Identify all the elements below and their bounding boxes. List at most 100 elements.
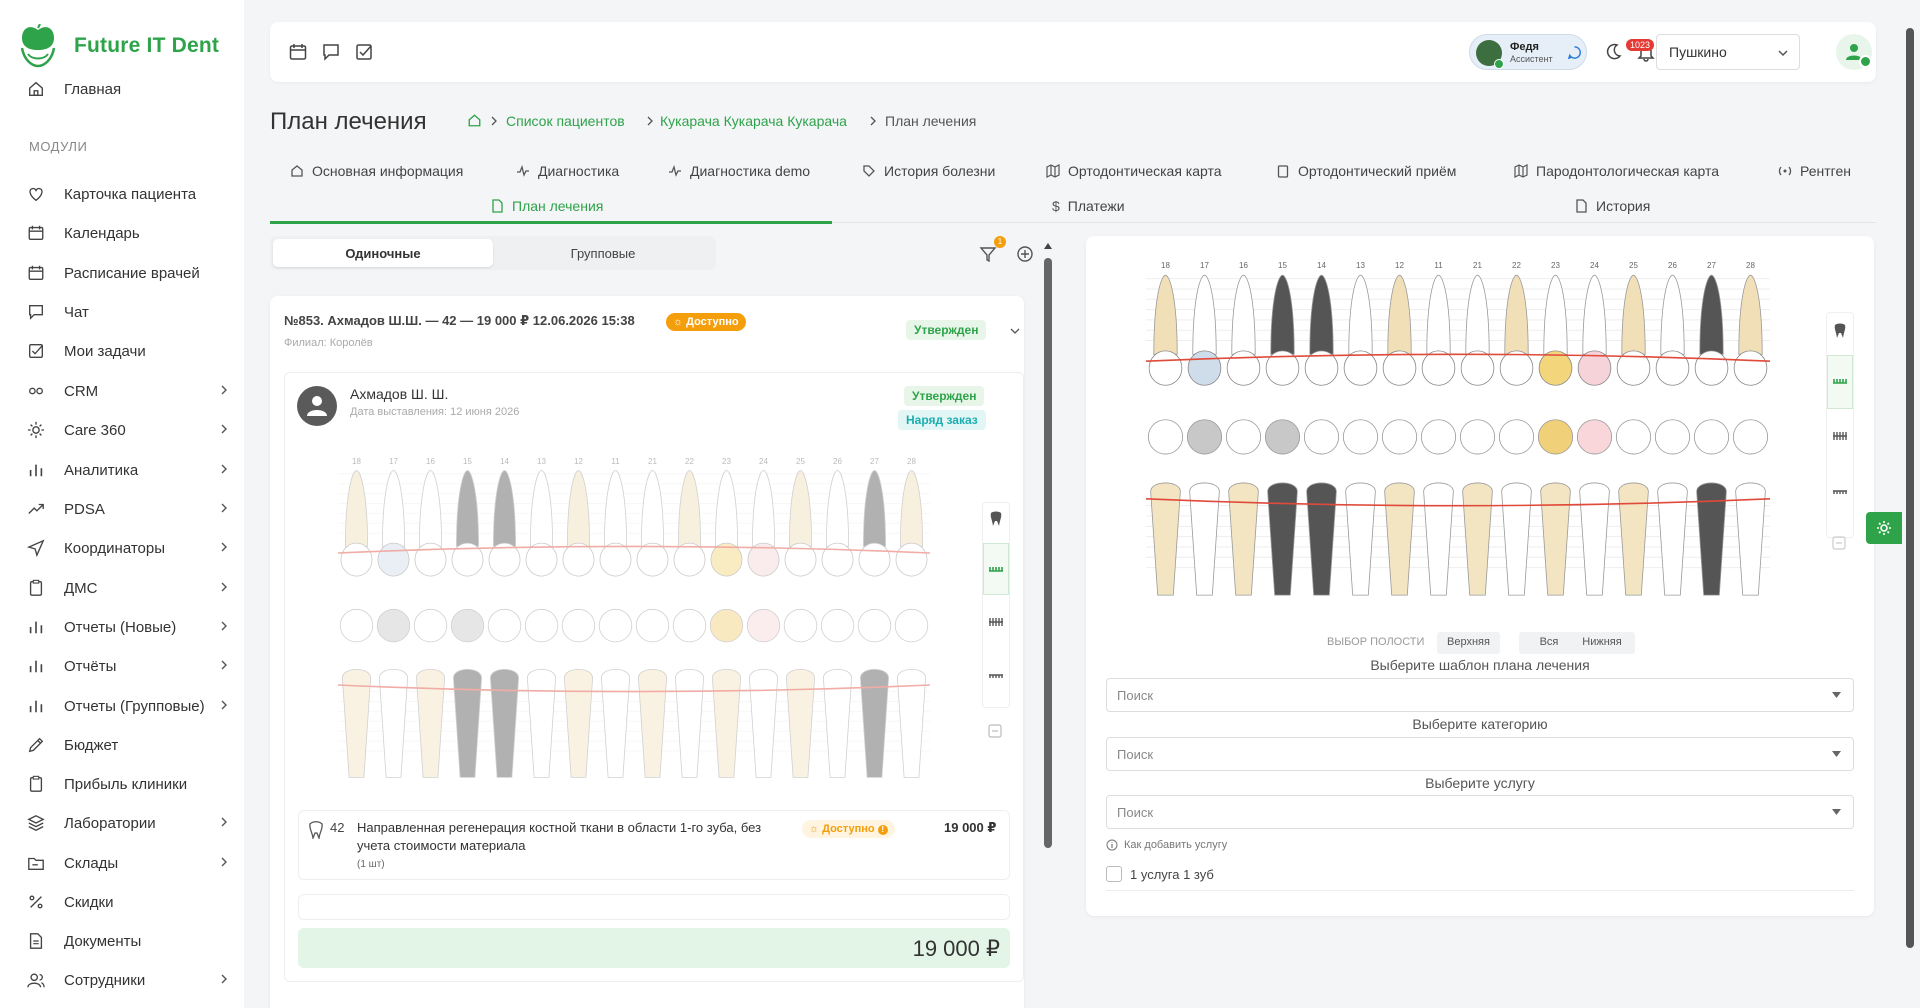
tooth-crown[interactable] bbox=[821, 542, 854, 577]
tab-diagnostics-demo[interactable]: Диагностика demo bbox=[668, 159, 810, 183]
tooth-root[interactable] bbox=[1153, 274, 1178, 355]
tooth-crown[interactable] bbox=[710, 542, 743, 577]
tooth-root[interactable] bbox=[899, 470, 924, 547]
tooth-occlusal[interactable] bbox=[598, 608, 633, 643]
filter-icon[interactable] bbox=[978, 244, 998, 264]
tooth-occlusal[interactable] bbox=[1147, 419, 1184, 455]
tooth-occlusal[interactable] bbox=[709, 608, 744, 643]
tooth-crown[interactable] bbox=[673, 542, 706, 577]
nav-item-16[interactable]: Прибыль клиники bbox=[26, 769, 226, 799]
tooth-root[interactable] bbox=[1231, 274, 1256, 355]
service-select[interactable]: Поиск bbox=[1106, 795, 1854, 829]
tab-medical-history[interactable]: История болезни bbox=[862, 159, 995, 183]
tab-ortho-visit[interactable]: Ортодонтический приём bbox=[1276, 159, 1456, 183]
home-icon[interactable] bbox=[467, 113, 482, 128]
nav-item-8[interactable]: Аналитика bbox=[26, 455, 227, 485]
tooth-crown[interactable] bbox=[414, 542, 447, 577]
tooth-root[interactable] bbox=[1621, 274, 1646, 355]
tooth-occlusal[interactable] bbox=[1459, 419, 1496, 455]
tooth-crown[interactable] bbox=[1460, 350, 1495, 386]
tooth-occlusal[interactable] bbox=[820, 608, 855, 643]
tooth-root[interactable] bbox=[1699, 274, 1724, 355]
tooth-lower[interactable] bbox=[712, 669, 741, 778]
nav-item-2[interactable]: Календарь bbox=[26, 218, 226, 248]
tooth-crown[interactable] bbox=[1148, 350, 1183, 386]
tab-ortho-map[interactable]: Ортодонтическая карта bbox=[1046, 159, 1222, 183]
branch-select[interactable]: Пушкино bbox=[1656, 34, 1800, 70]
tooth-lower[interactable] bbox=[1618, 482, 1649, 596]
tooth-chart-svg[interactable]: 18 17 16 15 14 13 12 11 21 22 23 24 25 26 27 28 bbox=[1145, 258, 1771, 602]
tab-history[interactable]: История bbox=[1574, 194, 1650, 218]
minus-square-icon[interactable] bbox=[988, 724, 1002, 738]
tooth-root[interactable] bbox=[640, 470, 665, 547]
tooth-lower[interactable] bbox=[1267, 482, 1298, 596]
tooth-crown[interactable] bbox=[525, 542, 558, 577]
tooth-occlusal[interactable] bbox=[1732, 419, 1769, 455]
nav-item-12[interactable]: Отчеты (Новые) bbox=[26, 612, 227, 642]
tooth-crown[interactable] bbox=[1538, 350, 1573, 386]
tooth-root[interactable] bbox=[1504, 274, 1529, 355]
jaw-lower-icon[interactable] bbox=[1832, 489, 1848, 495]
tooth-root[interactable] bbox=[1543, 274, 1568, 355]
tooth-lower[interactable] bbox=[860, 669, 889, 778]
tooth-lower[interactable] bbox=[638, 669, 667, 778]
tooth-chart-svg[interactable]: 18 17 16 15 14 13 12 11 21 22 23 24 25 26 27 28 bbox=[337, 454, 931, 784]
chat-icon[interactable] bbox=[321, 42, 341, 62]
tooth-crown[interactable] bbox=[599, 542, 632, 577]
tooth-occlusal[interactable] bbox=[339, 608, 374, 643]
logo[interactable]: Future IT Dent bbox=[18, 24, 219, 68]
nav-item-1[interactable]: Карточка пациента bbox=[26, 179, 226, 209]
nav-item-6[interactable]: CRM bbox=[26, 376, 227, 406]
tab-perio-map[interactable]: Пародонтологическая карта bbox=[1514, 159, 1719, 183]
tooth-crown[interactable] bbox=[1343, 350, 1378, 386]
tooth-occlusal[interactable] bbox=[524, 608, 559, 643]
nav-item-19[interactable]: Скидки bbox=[26, 887, 226, 917]
work-order-badge[interactable]: Наряд заказ bbox=[898, 410, 986, 430]
breadcrumb-patients[interactable]: Список пациентов bbox=[506, 113, 625, 129]
nav-item-20[interactable]: Документы bbox=[26, 926, 226, 956]
tab-diagnostics[interactable]: Диагностика bbox=[516, 159, 619, 183]
tooth-crown[interactable] bbox=[1694, 350, 1729, 386]
tooth-occlusal[interactable] bbox=[487, 608, 522, 643]
tooth-lower[interactable] bbox=[1696, 482, 1727, 596]
tooth-lower[interactable] bbox=[453, 669, 482, 778]
nav-item-4[interactable]: Чат bbox=[26, 297, 226, 327]
tooth-chart-main[interactable]: 18 17 16 15 14 13 12 11 21 22 23 24 25 26 27 28 bbox=[1145, 258, 1771, 602]
tooth-occlusal[interactable] bbox=[1264, 419, 1301, 455]
tooth-lower[interactable] bbox=[416, 669, 445, 778]
tooth-lower[interactable] bbox=[527, 669, 556, 778]
jaw-both-icon[interactable] bbox=[988, 617, 1004, 627]
tooth-crown[interactable] bbox=[1382, 350, 1417, 386]
tooth-lower[interactable] bbox=[490, 669, 519, 778]
minus-square-icon[interactable] bbox=[1832, 536, 1846, 550]
tooth-root[interactable] bbox=[677, 470, 702, 547]
tooth-root[interactable] bbox=[1465, 274, 1490, 355]
tooth-occlusal[interactable] bbox=[450, 608, 485, 643]
nav-item-11[interactable]: ДМС bbox=[26, 573, 227, 603]
jaw-both-icon[interactable] bbox=[1832, 431, 1848, 441]
tooth-occlusal[interactable] bbox=[1420, 419, 1457, 455]
nav-item-17[interactable]: Лаборатории bbox=[26, 808, 227, 838]
jaw-upper-button[interactable]: Верхняя bbox=[1437, 632, 1500, 654]
nav-item-14[interactable]: Отчеты (Групповые) bbox=[26, 691, 227, 721]
tooth-crown[interactable] bbox=[377, 542, 410, 577]
page-scrollbar[interactable] bbox=[1906, 28, 1914, 948]
tooth-root[interactable] bbox=[1738, 274, 1763, 355]
tooth-lower[interactable] bbox=[1228, 482, 1259, 596]
tooth-lower[interactable] bbox=[1423, 482, 1454, 596]
nav-item-9[interactable]: PDSA bbox=[26, 494, 227, 524]
tooth-crown[interactable] bbox=[1499, 350, 1534, 386]
tooth-occlusal[interactable] bbox=[1498, 419, 1535, 455]
tooth-occlusal[interactable] bbox=[1225, 419, 1262, 455]
tooth-lower[interactable] bbox=[379, 669, 408, 778]
tooth-crown[interactable] bbox=[340, 542, 373, 577]
add-circle-icon[interactable] bbox=[1015, 244, 1035, 264]
tooth-root[interactable] bbox=[825, 470, 850, 547]
single-tooth-icon[interactable] bbox=[989, 511, 1003, 527]
tooth-root[interactable] bbox=[1387, 274, 1412, 355]
tab-payments[interactable]: $ Платежи bbox=[1052, 194, 1125, 218]
tooth-lower[interactable] bbox=[675, 669, 704, 778]
tooth-crown[interactable] bbox=[1187, 350, 1222, 386]
tooth-root[interactable] bbox=[714, 470, 739, 547]
tooth-root[interactable] bbox=[862, 470, 887, 547]
